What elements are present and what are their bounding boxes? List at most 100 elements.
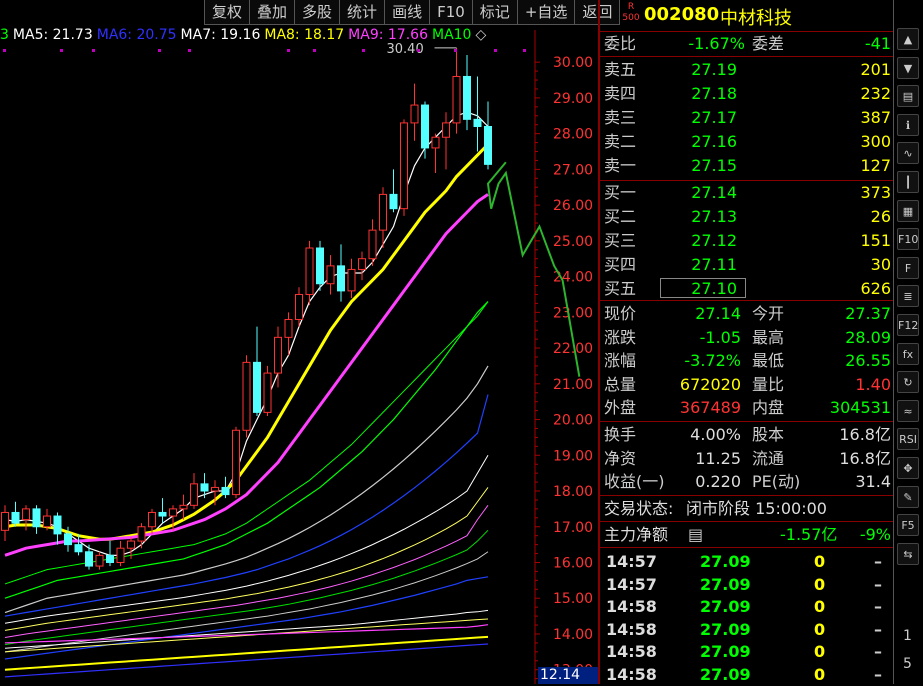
candle-body: [389, 193, 398, 210]
up-arrow-icon[interactable]: ▲: [897, 28, 919, 50]
sell-row[interactable]: 卖二 27.16 300: [600, 131, 893, 153]
tick-price: 27.09: [700, 664, 751, 684]
down-arrow-icon[interactable]: ▼: [897, 56, 919, 79]
y-tick-label: 14.00: [553, 627, 593, 643]
y-tick-label: 19.00: [553, 448, 593, 464]
sell-price: 27.15: [691, 156, 737, 175]
right-toolbar: ▲ ▼ ▤ ℹ ∿ ┃ ▦ F10 F ≣ F12 fx ↻ ≈ RSI ✥ ✎ F5 ⇆ 1 5: [894, 0, 923, 684]
toolbar-button-3[interactable]: 统计: [339, 0, 386, 25]
buy-volume: 30: [870, 255, 891, 274]
line-chart-icon[interactable]: ∿: [897, 142, 919, 165]
quote-value-2: 26.55: [845, 351, 891, 370]
legend-marker-dot: [313, 49, 316, 52]
toolbar-button-0[interactable]: 复权: [204, 0, 251, 25]
toolbar-button-7[interactable]: +自选: [516, 0, 576, 25]
sell-row[interactable]: 卖四 27.18 232: [600, 83, 893, 105]
tick-direction: –: [874, 597, 882, 616]
sell-label: 卖一: [604, 156, 637, 175]
candle-body: [158, 511, 167, 517]
table-icon[interactable]: ▦: [897, 199, 919, 222]
f5-icon[interactable]: F5: [897, 514, 919, 537]
candle-body: [400, 122, 408, 210]
candle-body: [431, 136, 440, 149]
tick-time: 14:58: [606, 597, 657, 616]
candle-body: [211, 486, 219, 492]
diamond-icon[interactable]: ◇: [475, 27, 486, 43]
sell-price: 27.18: [691, 84, 737, 103]
wave-icon[interactable]: ≈: [897, 399, 919, 422]
toolbar-button-1[interactable]: 叠加: [249, 0, 296, 25]
sell-row[interactable]: 卖五 27.19 201: [600, 59, 893, 81]
candle-body: [295, 293, 303, 320]
quote-value: 367489: [679, 398, 741, 417]
list-icon[interactable]: ▤: [688, 524, 703, 546]
ma-line-ma6: [4, 143, 490, 541]
tick-price: 27.09: [700, 574, 751, 594]
buy-row[interactable]: 买二 27.13 26: [600, 206, 893, 228]
candle-body: [253, 361, 261, 413]
candlestick-icon[interactable]: ┃: [897, 171, 919, 193]
rsi-icon[interactable]: RSI: [897, 428, 919, 451]
toolbar-button-2[interactable]: 多股: [294, 0, 341, 25]
page-current: 1: [903, 628, 912, 644]
toolbar-button-4[interactable]: 画线: [384, 0, 431, 25]
candle-body: [43, 515, 51, 528]
fin-value: 0.220: [695, 472, 741, 491]
page-total: 5: [903, 656, 912, 672]
fin-value-2: 31.4: [855, 472, 891, 491]
quote-value-2: 1.40: [855, 374, 891, 394]
fx-icon[interactable]: fx: [897, 342, 919, 365]
candle-body: [263, 372, 272, 413]
ma-legend-4: MA8: 18.17: [264, 27, 345, 43]
candle-body: [232, 429, 240, 496]
f10-icon[interactable]: F10: [897, 228, 919, 251]
sell-label: 卖四: [604, 84, 637, 103]
info-icon[interactable]: ℹ: [897, 113, 919, 136]
sell-label: 卖二: [604, 132, 637, 151]
pencil-icon[interactable]: ✎: [897, 485, 919, 508]
quote-value: 672020: [679, 374, 741, 394]
cross-icon[interactable]: ✥: [897, 457, 919, 479]
candle-body: [32, 508, 41, 528]
quote-value-2: 304531: [829, 398, 891, 417]
refresh-icon[interactable]: ↻: [897, 371, 919, 394]
toolbar-button-6[interactable]: 标记: [471, 0, 518, 25]
candle-body: [305, 247, 314, 295]
tick-row: 14:57 27.09 0 –: [604, 574, 893, 596]
fin-row: 收益(一) 0.220 PE(动) 31.4: [600, 471, 893, 493]
tick-row: 14:58 27.09 0 –: [604, 619, 893, 641]
fin-label-2: PE(动): [752, 472, 801, 491]
y-tick-label: 24.00: [553, 270, 593, 286]
tick-direction: –: [874, 664, 882, 684]
chart-toolbar: 复权叠加多股统计画线F10标记+自选返回: [204, 0, 621, 26]
tick-volume: 0: [814, 552, 826, 571]
toolbar-button-5[interactable]: F10: [429, 0, 473, 25]
ma-legend: 3 MA5: 21.73 MA6: 20.75 MA7: 19.16 MA8: 18.1…: [0, 27, 490, 47]
buy-row[interactable]: 买四 27.11 30: [600, 254, 893, 276]
f12-icon[interactable]: F12: [897, 314, 919, 336]
buy-row[interactable]: 买一 27.14 373: [600, 182, 893, 204]
candle-body: [452, 75, 461, 124]
tick-time: 14:57: [606, 574, 657, 594]
sell-row[interactable]: 卖一 27.15 127: [600, 155, 893, 177]
f-icon[interactable]: F: [897, 256, 919, 279]
y-tick-label: 17.00: [553, 520, 593, 536]
quote-label-2: 今开: [752, 304, 785, 323]
legend-marker-dot: [92, 49, 95, 52]
buy-row[interactable]: 买五 27.10 626: [600, 278, 893, 300]
swap-icon[interactable]: ⇆: [897, 542, 919, 565]
candle-body: [484, 125, 492, 165]
buy-label: 买四: [604, 255, 637, 274]
sell-row[interactable]: 卖三 27.17 387: [600, 107, 893, 129]
main-fund-row[interactable]: 主力净额 ▤ -1.57亿 -9%: [600, 524, 893, 546]
quote-row: 外盘 367489 内盘 304531: [600, 397, 893, 419]
buy-row[interactable]: 买三 27.12 151: [600, 230, 893, 252]
document-icon[interactable]: ≣: [897, 285, 919, 308]
order-book-icon[interactable]: ▤: [897, 85, 919, 108]
tick-volume: 0: [814, 642, 826, 661]
tick-volume: 0: [814, 597, 826, 616]
buy-label: 买一: [604, 183, 637, 202]
y-tick-label: 16.00: [553, 555, 593, 571]
candle-body: [53, 515, 62, 535]
kline-chart[interactable]: 30.00 29.00 28.00 27.00 26.00 25.00 24.00 23.00…: [0, 0, 600, 684]
